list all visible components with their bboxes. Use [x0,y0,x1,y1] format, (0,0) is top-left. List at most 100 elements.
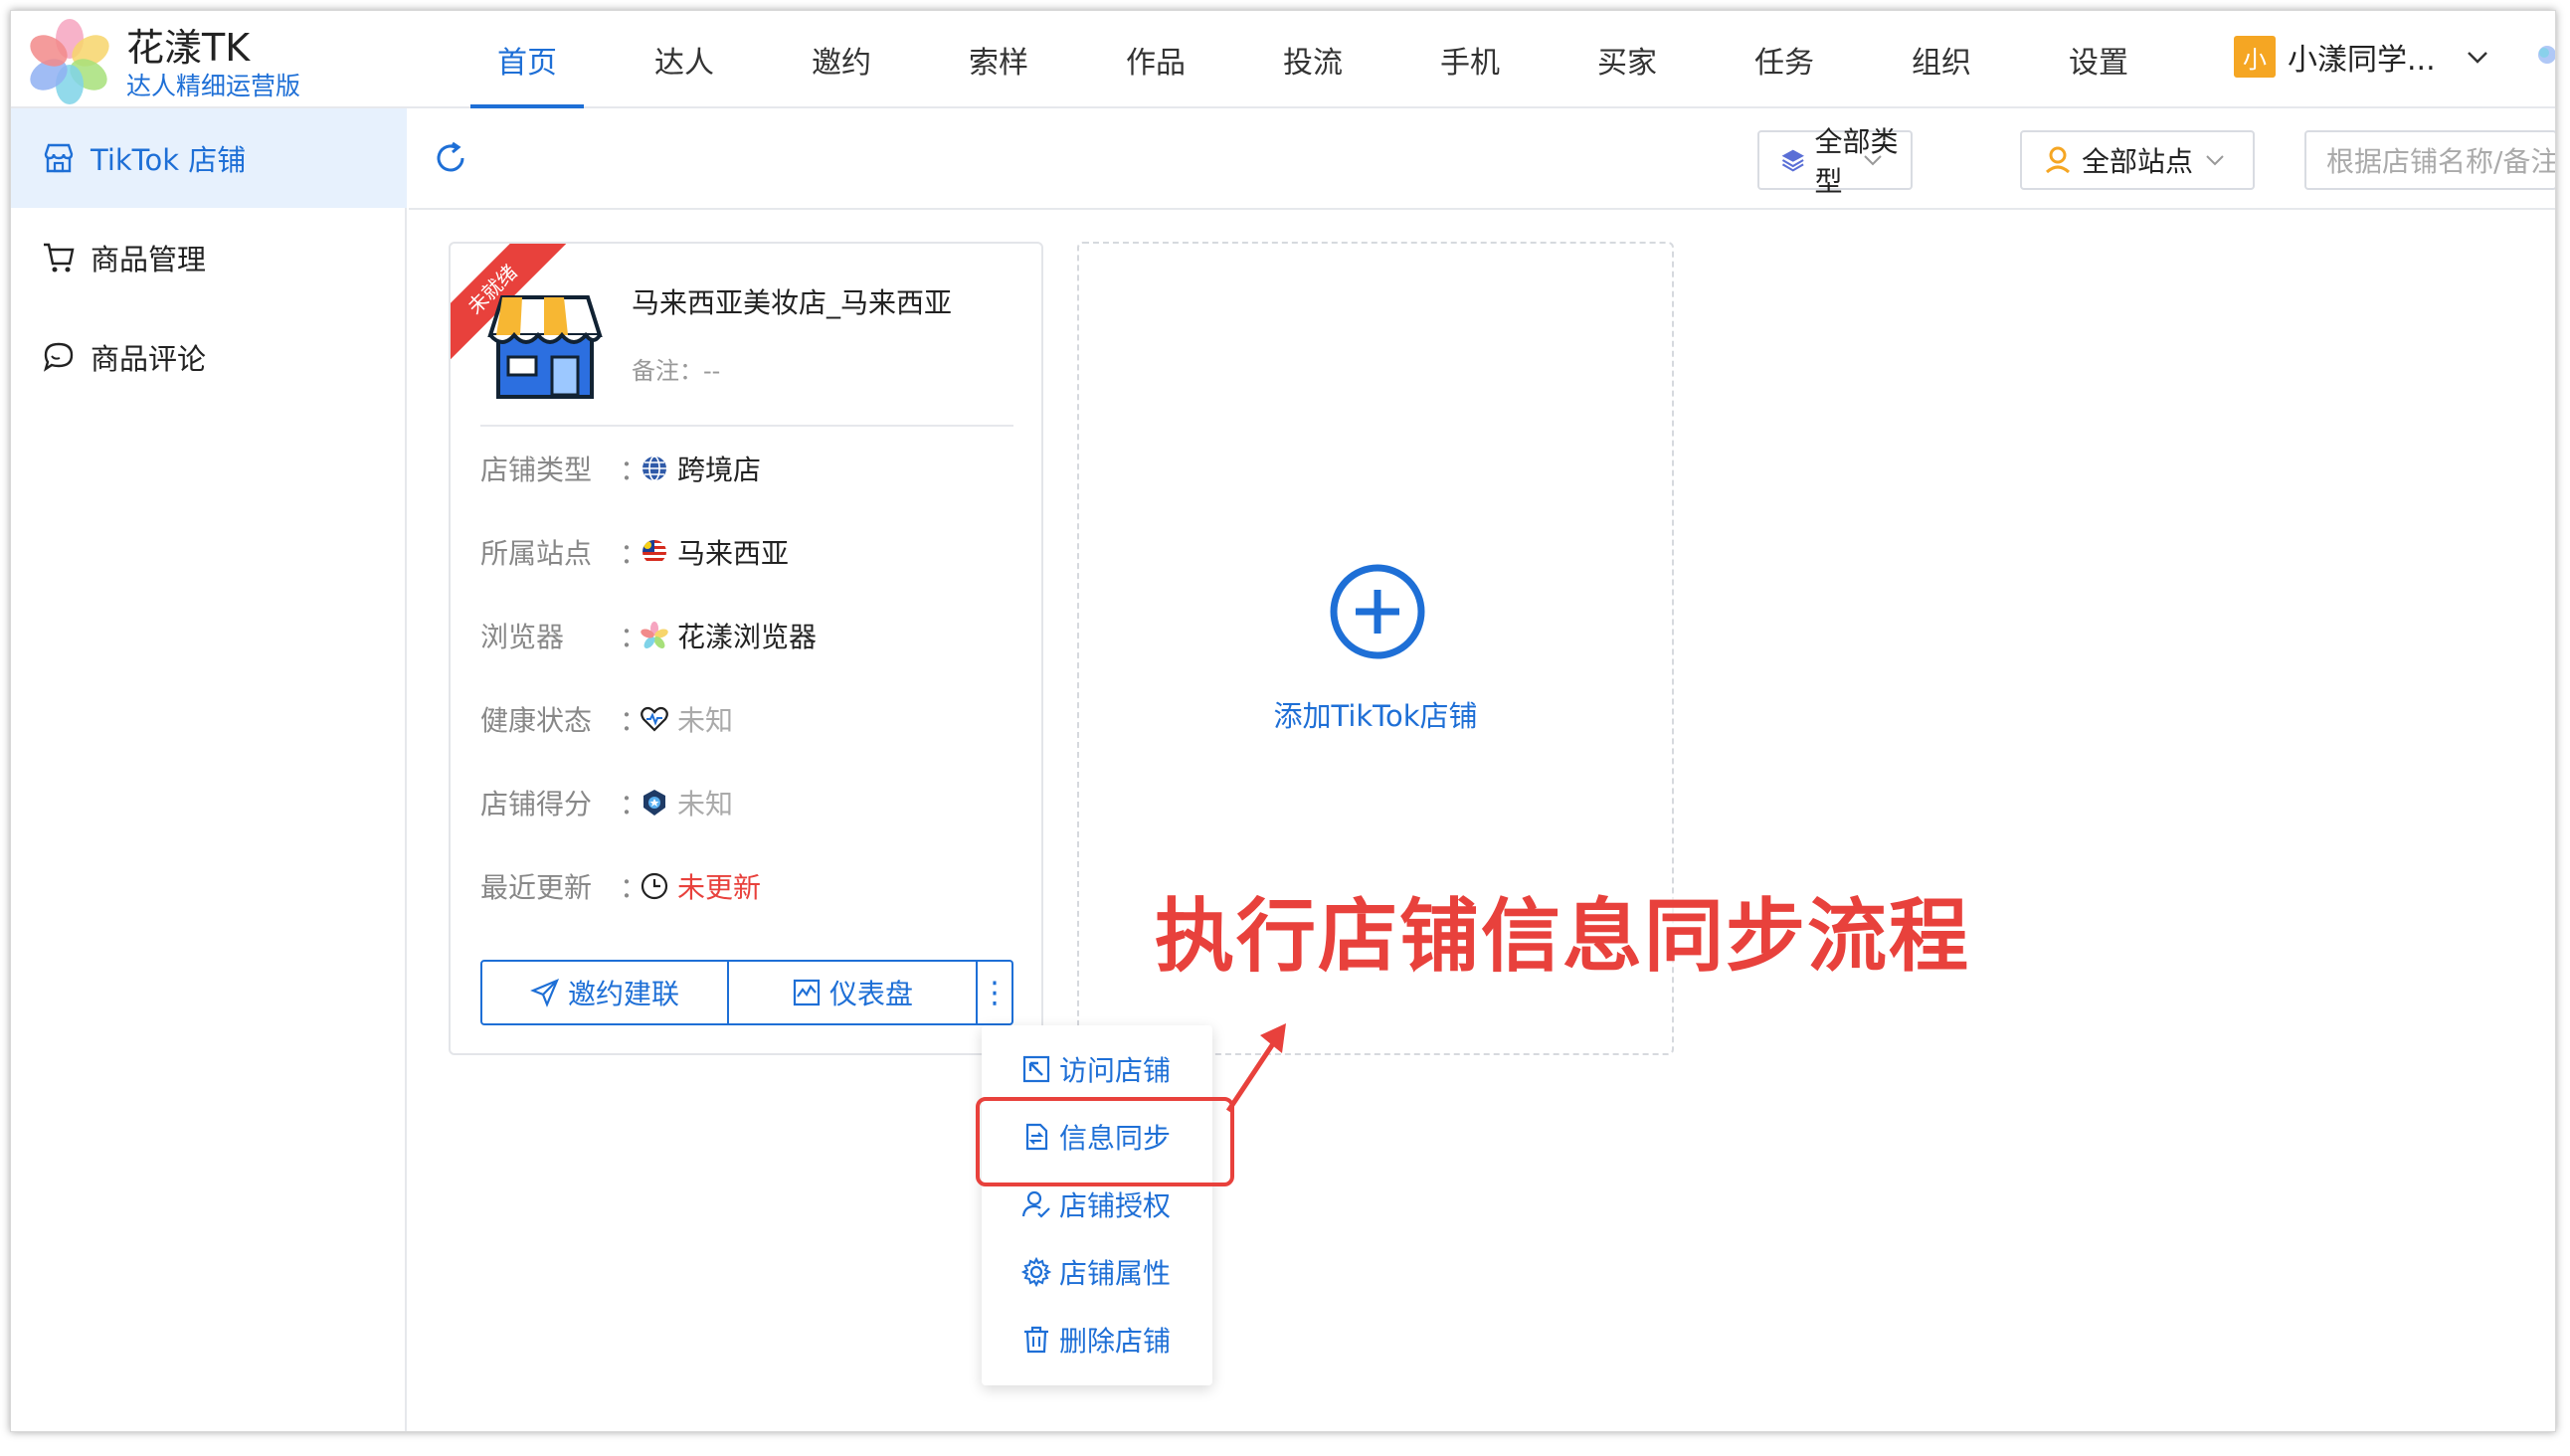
brand-title: 花漾TK [126,26,251,70]
row-health: 健康状态 ： 未知 [480,699,733,739]
sidebar-item-reviews[interactable]: 商品评论 [11,307,407,407]
row-site: 所属站点 ： 马来西亚 [480,532,789,572]
row-colon: ： [620,788,648,820]
arrow-icon [1225,1023,1286,1113]
chevron-down-icon [2206,155,2224,166]
site-select[interactable]: 全部站点 [2020,130,2255,190]
send-icon [530,978,560,1007]
row-score: 店铺得分 ： 未知 [480,783,733,822]
comment-icon [43,342,74,372]
nav-settings[interactable]: 设置 [2020,11,2177,108]
sidebar-item-label: 商品评论 [91,342,207,376]
more-options-button[interactable]: ⋮ [978,960,1013,1025]
store-icon [44,143,74,173]
row-value: 未知 [677,704,734,737]
menu-item-label: 删除店铺 [1059,1325,1172,1358]
more-options-menu: 访问店铺 信息同步 店铺授权 店铺属性 删除店铺 [982,1025,1212,1385]
nav-tasks[interactable]: 任务 [1706,11,1863,108]
chevron-down-icon [1864,155,1882,166]
row-value: 未更新 [677,871,762,904]
row-label: 所属站点 [480,537,593,570]
menu-item-label: 店铺授权 [1059,1189,1172,1222]
search-input[interactable]: 根据店铺名称/备注 [2304,130,2555,190]
nav-ads[interactable]: 投流 [1234,11,1391,108]
row-value: 马来西亚 [677,537,790,570]
invite-button[interactable]: 邀约建联 [480,960,729,1025]
row-colon: ： [620,537,648,570]
type-select[interactable]: 全部类型 [1757,125,1913,198]
menu-item-visit-store[interactable]: 访问店铺 [982,1039,1212,1099]
highlight-box [976,1097,1234,1186]
row-browser: 浏览器 ： 花漾浏览器 [480,616,817,655]
divider [480,425,1013,427]
add-store-label: 添加TikTok店铺 [1273,699,1478,733]
clock-icon [641,872,668,900]
row-colon: ： [620,454,648,486]
row-label: 浏览器 [480,621,565,653]
nav-buyers[interactable]: 买家 [1549,11,1706,108]
nav-org[interactable]: 组织 [1863,11,2020,108]
brand-subtitle: 达人精细运营版 [126,72,301,100]
user-menu[interactable]: 小 小漾同学... [2234,35,2489,79]
menu-item-properties[interactable]: 店铺属性 [982,1242,1212,1302]
gear-icon [1021,1257,1051,1287]
dashboard-button[interactable]: 仪表盘 [729,960,978,1025]
nav-invite[interactable]: 邀约 [763,11,920,108]
row-colon: ： [620,621,648,653]
globe-icon [642,455,666,481]
row-value: 未知 [677,788,734,820]
row-label: 最近更新 [480,871,593,904]
chart-icon [793,979,821,1006]
nav-home[interactable]: 首页 [449,11,606,108]
location-icon [2045,146,2071,174]
chevron-down-icon [2467,52,2487,64]
row-label: 店铺得分 [480,788,593,820]
corner-logo-icon [2538,46,2555,64]
external-link-icon [1022,1055,1050,1083]
plus-circle-icon [1330,564,1425,659]
browser-logo-icon [641,622,668,648]
shop-icon [487,295,603,399]
nav-samples[interactable]: 索样 [920,11,1077,108]
top-bar: 花漾TK 达人精细运营版 首页 达人 邀约 索样 作品 投流 手机 买家 任务 … [11,11,2555,108]
avatar: 小 [2234,36,2276,78]
app-window: 花漾TK 达人精细运营版 首页 达人 邀约 索样 作品 投流 手机 买家 任务 … [10,10,2556,1432]
layers-icon [1781,149,1804,172]
shop-note: 备注：-- [632,357,721,385]
nav-creators[interactable]: 达人 [606,11,763,108]
nav-works[interactable]: 作品 [1077,11,1234,108]
user-name: 小漾同学... [2288,43,2436,78]
dashboard-button-label: 仪表盘 [828,978,913,1010]
content-toolbar: 全部类型 全部站点 根据店铺名称/备注 [409,108,2555,210]
sidebar-item-label: 商品管理 [91,243,207,276]
app-logo-icon [30,19,109,104]
nav-phone[interactable]: 手机 [1391,11,1549,108]
row-label: 店铺类型 [480,454,593,486]
menu-item-label: 店铺属性 [1059,1257,1172,1290]
row-colon: ： [620,871,648,904]
row-colon: ： [620,704,648,737]
refresh-icon[interactable] [431,138,470,178]
sidebar-item-tiktok-store[interactable]: TikTok 店铺 [11,108,407,208]
sidebar-item-products[interactable]: 商品管理 [11,208,407,307]
sidebar: TikTok 店铺 商品管理 商品评论 [11,108,407,1431]
malaysia-flag-icon [642,540,666,564]
cart-icon [44,243,75,273]
shop-actions: 邀约建联 仪表盘 ⋮ [480,960,1013,1025]
menu-item-delete[interactable]: 删除店铺 [982,1310,1212,1369]
invite-button-label: 邀约建联 [567,978,679,1010]
row-value: 跨境店 [677,454,762,486]
shop-name: 马来西亚美妆店_马来西亚 [632,286,953,319]
main-nav: 首页 达人 邀约 索样 作品 投流 手机 买家 任务 组织 设置 [449,11,2177,108]
trash-icon [1024,1326,1048,1354]
annotation-text: 执行店铺信息同步流程 [1155,890,1970,983]
heart-pulse-icon [641,706,668,732]
row-value: 花漾浏览器 [677,621,818,653]
menu-item-label: 访问店铺 [1059,1054,1172,1087]
row-label: 健康状态 [480,704,593,737]
shop-card: 未就绪 马来西亚美妆店_马来西亚 备注：-- 店铺类型 ： 跨境店 所属站点 ：… [449,242,1043,1055]
badge-icon [643,790,665,816]
sidebar-item-label: TikTok 店铺 [91,143,247,177]
site-select-value: 全部站点 [2082,145,2194,178]
user-check-icon [1021,1190,1050,1218]
